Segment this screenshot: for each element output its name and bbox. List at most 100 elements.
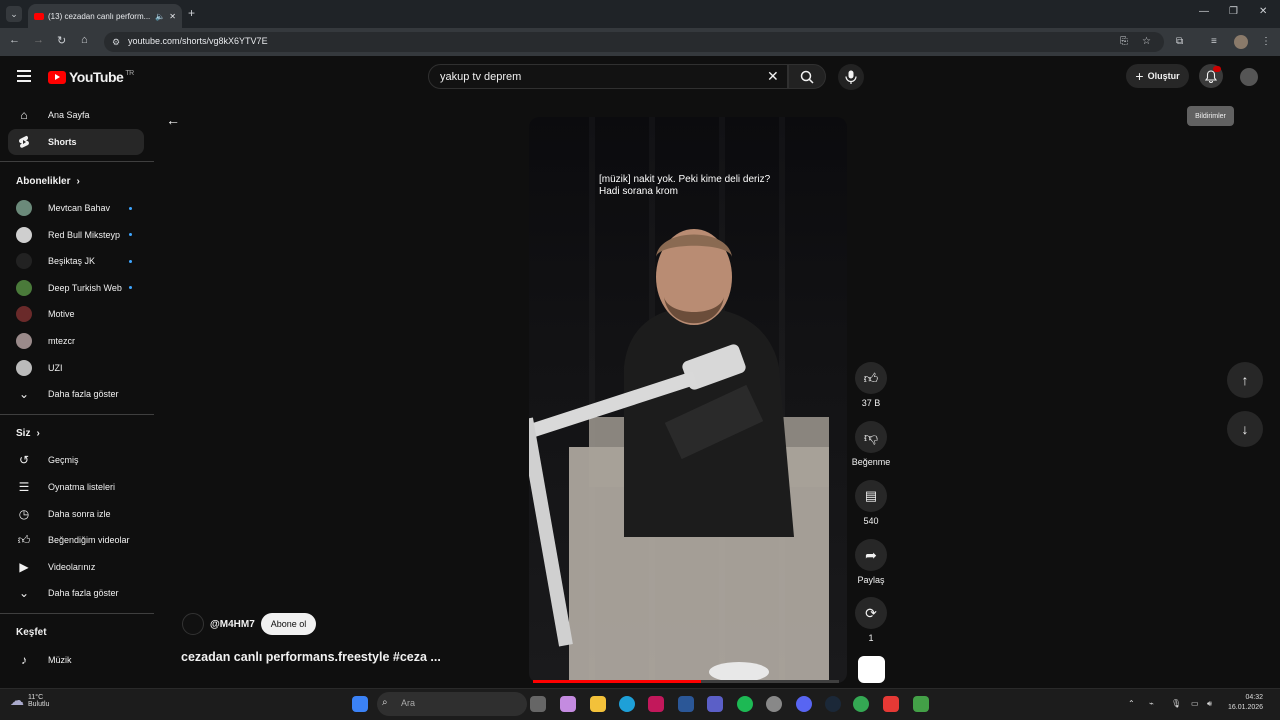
back-arrow-icon[interactable]: ← [166,112,180,128]
search-button[interactable] [788,64,826,89]
comments-action[interactable]: ▤ 540 [855,480,887,526]
steam-icon[interactable] [825,696,841,712]
profile-avatar[interactable] [1234,35,1248,49]
sidebar-item-history[interactable]: ↺ Geçmiş [0,447,154,474]
sidebar-item-playlists[interactable]: ☰ Oynatma listeleri [0,474,154,501]
file-explorer-icon[interactable] [590,696,606,712]
video-progress-bar[interactable] [533,680,839,683]
search-icon [800,70,814,84]
mic-tray-icon[interactable]: 🎙︎ [1171,699,1181,708]
dislike-button[interactable]: 👎︎ [855,421,887,453]
subscribe-button[interactable]: Abone ol [260,613,317,635]
menu-icon[interactable] [17,70,31,82]
address-bar[interactable]: youtube.com/shorts/vg8kX6YTV7E [104,32,1164,52]
home-button[interactable]: ⌂ [81,34,88,46]
like-button[interactable]: 👍︎ [855,362,887,394]
volume-tray-icon[interactable]: 🔊︎ [1207,699,1212,709]
task-view-icon[interactable] [530,696,546,712]
channel-avatar[interactable] [182,613,204,635]
sidebar-item-music[interactable]: ♪ Müzik [0,646,154,673]
settings-icon[interactable] [766,696,782,712]
forward-button[interactable]: → [33,34,44,46]
like-action[interactable]: 👍︎ 37 B [855,362,887,408]
subscriptions-list: Mevtcan Bahav Red Bull Miksteyp Beşiktaş J… [0,195,154,381]
sidebar-item-subscription[interactable]: Mevtcan Bahav [0,195,154,222]
previous-short-button[interactable]: ↑ [1227,362,1263,398]
tray-overflow-icon[interactable]: ⌃ [1128,699,1135,708]
sidebar-item-label: Motive [48,309,75,320]
sidebar-item-label: Beşiktaş JK [48,256,96,267]
sidebar-item-subscription[interactable]: Deep Turkish Web [0,275,154,302]
sidebar-item-subscription[interactable]: Red Bull Miksteyp [0,221,154,248]
sidebar-item-subscription[interactable]: Beşiktaş JK [0,248,154,275]
dislike-action[interactable]: 👎︎ Beğenme [849,421,893,467]
sidebar-item-label: Videolarınız [48,561,96,572]
teams-icon[interactable] [707,696,723,712]
you-show-more[interactable]: ⌄ Daha fazla göster [0,580,154,607]
close-window-button[interactable]: ✕ [1259,6,1267,17]
chrome-icon[interactable] [853,696,869,712]
create-button[interactable]: + Oluştur [1126,64,1189,88]
weather-widget[interactable]: ☁ 11°C Bulutlu [10,692,49,709]
sidebar-item-subscription[interactable]: UZI [0,354,154,381]
comments-button[interactable]: ▤ [855,480,887,512]
windows-start-icon[interactable] [352,696,368,712]
sound-thumbnail[interactable] [858,656,885,683]
share-action[interactable]: ➦ Paylaş [855,539,887,585]
lightning-app-icon[interactable] [883,696,899,712]
copilot-icon[interactable] [560,696,576,712]
display-tray-icon[interactable]: ▭ [1191,699,1199,708]
sidebar-item-shorts[interactable]: Shorts [8,128,144,156]
edge-icon[interactable] [619,696,635,712]
tab-search-button[interactable]: ⌄ [6,6,22,22]
minimize-button[interactable]: — [1199,6,1209,17]
sidebar-item-home[interactable]: ⌂ Ana Sayfa [0,102,154,129]
youtube-logo[interactable]: YouTube TR [48,69,134,85]
taskbar-search[interactable]: Ara [377,692,527,716]
voice-search-button[interactable] [838,64,864,90]
remix-button[interactable]: ⟳ [855,597,887,629]
sidebar-item-label: Daha fazla göster [48,389,119,400]
sidebar-item-subscription[interactable]: Motive [0,301,154,328]
sidebar: ⌂ Ana Sayfa Shorts Abonelikler › Mevtcan… [0,102,154,673]
system-clock[interactable]: 04:32 16.01.2026 [1228,693,1263,713]
back-button[interactable]: ← [9,34,20,46]
store-icon[interactable] [678,696,694,712]
tab-close-icon[interactable]: ✕ [169,12,176,21]
chevron-right-icon: › [36,428,40,440]
restore-button[interactable]: ❐ [1229,6,1238,17]
install-app-icon[interactable]: ⎘ [1120,36,1128,47]
sidebar-item-your-videos[interactable]: ▶ Videolarınız [0,554,154,581]
site-info-icon[interactable]: ⚙ [112,37,120,48]
share-button[interactable]: ➦ [855,539,887,571]
browser-tab[interactable]: (13) cezadan canlı perform... 🔈 ✕ [28,4,182,28]
network-tray-icon[interactable]: ⌁ [1149,699,1154,708]
extensions-icon[interactable]: ⧉ [1176,36,1183,47]
search-input[interactable]: yakup tv deprem [428,64,788,89]
app-icon[interactable] [913,696,929,712]
home-icon: ⌂ [20,108,28,123]
account-avatar[interactable] [1240,68,1258,86]
reload-button[interactable]: ↻ [57,34,66,47]
channel-name[interactable]: @M4HM7 [210,619,255,630]
media-control-icon[interactable]: ≡ [1211,36,1217,47]
sidebar-item-liked-videos[interactable]: 👍︎ Beğendiğim videolar [0,527,154,554]
subscriptions-heading[interactable]: Abonelikler › [0,168,154,195]
bookmark-star-icon[interactable]: ☆ [1142,36,1151,47]
shorts-video-player[interactable] [529,117,847,683]
you-heading[interactable]: Siz › [0,421,154,448]
subs-show-more[interactable]: ⌄ Daha fazla göster [0,381,154,408]
browser-menu-icon[interactable]: ⋮ [1261,36,1271,47]
discord-icon[interactable] [796,696,812,712]
remix-action[interactable]: ⟳ 1 [855,597,887,643]
spotify-icon[interactable] [737,696,753,712]
next-short-button[interactable]: ↓ [1227,411,1263,447]
channel-avatar [16,359,32,376]
sidebar-item-watch-later[interactable]: ◷ Daha sonra izle [0,500,154,527]
adobe-icon[interactable] [648,696,664,712]
clear-search-icon[interactable]: ✕ [767,68,779,85]
sidebar-item-subscription[interactable]: mtezcr [0,328,154,355]
video-title[interactable]: cezadan canlı performans.freestyle #ceza… [181,650,441,664]
new-tab-button[interactable]: + [188,6,195,20]
channel-avatar [16,226,32,243]
